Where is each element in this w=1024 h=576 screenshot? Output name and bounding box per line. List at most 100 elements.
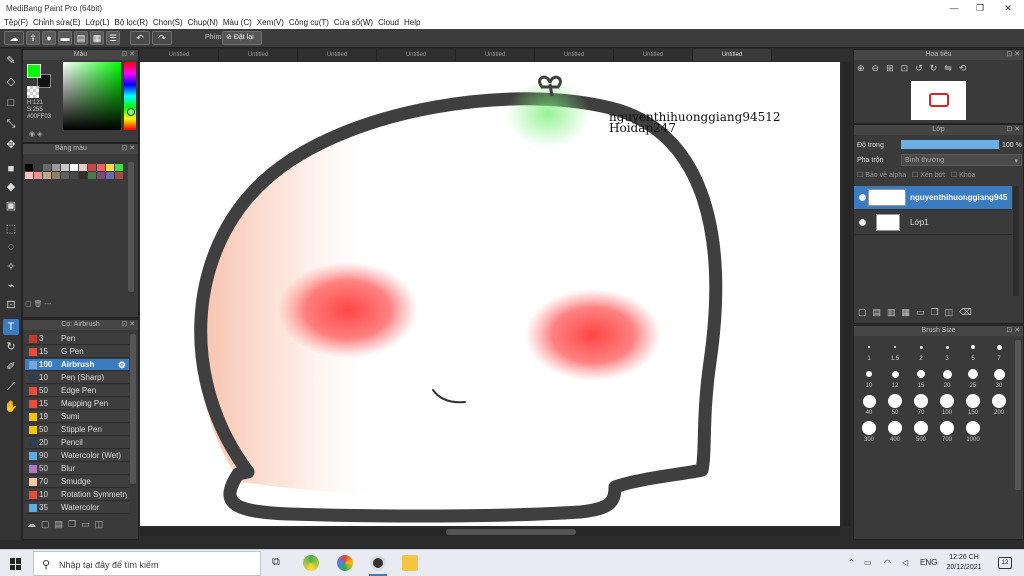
horizontal-scroll-thumb[interactable] (446, 529, 576, 535)
layer-panel-menu-icon[interactable]: ⊡ ✕ (1006, 125, 1020, 135)
brush-size-option[interactable]: 2 (909, 340, 933, 364)
chat-icon[interactable]: ▬ (58, 31, 72, 45)
palette-swatch[interactable] (52, 164, 60, 171)
menu-help[interactable]: Help (404, 16, 425, 29)
wifi-icon[interactable]: ◠ (884, 558, 891, 567)
brush-tool-icon[interactable]: ✎ (3, 53, 19, 69)
brush-size-menu-icon[interactable]: ⊡ ✕ (1006, 326, 1020, 336)
brush-size-option[interactable]: 700 (935, 421, 959, 445)
palette-swatch[interactable] (25, 164, 33, 171)
palette-swatch[interactable] (70, 172, 78, 179)
brush-size-option[interactable]: 1 (857, 340, 881, 364)
brush-size-option[interactable]: 200 (987, 394, 1011, 418)
chevron-up-icon[interactable]: ⌃ (848, 558, 855, 567)
bucket-tool-icon[interactable]: ◆ (3, 179, 19, 195)
brush-size-option[interactable]: 12 (883, 367, 907, 391)
reset-view-icon[interactable]: ⟲ (959, 63, 974, 73)
brush-size-option[interactable]: 15 (909, 367, 933, 391)
rotate-right-icon[interactable]: ↻ (930, 63, 945, 73)
palette-panel-menu-icon[interactable]: ⊡ ✕ (121, 144, 135, 154)
language-indicator[interactable]: ENG (920, 558, 937, 567)
brush-size-scrollbar[interactable] (1015, 340, 1021, 490)
lasso-select-icon[interactable]: ◌ (3, 239, 19, 255)
hue-slider-handle[interactable] (127, 108, 135, 116)
brush-item[interactable]: 15 G Pen (25, 346, 129, 358)
brush-item[interactable]: 3 Pen (25, 333, 129, 345)
gear-icon[interactable]: ⚙ (118, 359, 126, 371)
panel-menu-icon[interactable]: ⊡ ✕ (121, 50, 135, 60)
actual-size-icon[interactable]: ⊡ (901, 63, 916, 73)
menu-view[interactable]: Xem(V) (257, 16, 289, 29)
layer-row[interactable]: nguyenthihuonggiang94512 (854, 186, 1012, 210)
brush-item[interactable]: 15 Mapping Pen (25, 398, 129, 410)
brush-item[interactable]: 20 Pencil (25, 437, 129, 449)
eye-icon[interactable] (859, 219, 866, 226)
close-button[interactable]: ✕ (994, 0, 1022, 16)
medibang-icon[interactable] (370, 555, 386, 571)
tab-untitled[interactable]: Untitled (535, 49, 614, 61)
palette-swatch[interactable] (52, 172, 60, 179)
tab-untitled[interactable]: Untitled (614, 49, 693, 61)
brush-size-option[interactable]: 20 (935, 367, 959, 391)
flip-icon[interactable]: ⇋ (944, 63, 959, 73)
task-view-icon[interactable]: ⧉ (272, 556, 280, 569)
palette-swatch[interactable] (79, 164, 87, 171)
brush-size-option[interactable]: 300 (857, 421, 881, 445)
brush-size-option[interactable]: 70 (909, 394, 933, 418)
brush-item[interactable]: 50 Stipple Pen (25, 424, 129, 436)
palette-swatch[interactable] (106, 164, 114, 171)
brush-size-option[interactable]: 3 (935, 340, 959, 364)
brush-size-option[interactable]: 1.5 (883, 340, 907, 364)
comment-icon[interactable]: ● (42, 31, 56, 45)
brush-folder-icon[interactable]: ▭ (81, 519, 95, 529)
saturation-value-picker[interactable] (63, 62, 121, 130)
zoom-in-icon[interactable]: ⊕ (857, 63, 872, 73)
tab-untitled[interactable]: Untitled (377, 49, 456, 61)
minimize-button[interactable]: — (940, 0, 968, 16)
hand-tool-icon[interactable]: ✋ (3, 399, 19, 415)
brush-size-option[interactable]: 100 (935, 394, 959, 418)
canvas-vertical-scrollbar[interactable] (843, 62, 851, 526)
protect-alpha-checkbox[interactable]: ☐ Bảo vệ alpha (857, 172, 906, 179)
main-color-swatch[interactable] (27, 64, 41, 78)
layer-scrollbar[interactable] (1013, 186, 1019, 296)
menu-tools[interactable]: Công cụ(T) (289, 16, 334, 29)
brush-size-option[interactable]: 400 (883, 421, 907, 445)
rect-select-icon[interactable]: ⬚ (3, 221, 19, 237)
new-8bit-layer-icon[interactable]: ▥ (887, 307, 902, 317)
new-layer-icon[interactable]: ▢ (858, 307, 873, 317)
opacity-slider[interactable] (901, 140, 999, 149)
brush-item[interactable]: 50 Blur (25, 463, 129, 475)
brush-item[interactable]: 10 Pen (Sharp) (25, 372, 129, 384)
lock-checkbox[interactable]: ☐ Khóa (951, 172, 976, 179)
delete-layer-icon[interactable]: ⌫ (959, 307, 978, 317)
tab-untitled-active[interactable]: Untitled (693, 49, 772, 61)
clipping-checkbox[interactable]: ☐ Xén bớt (912, 172, 945, 179)
drawing-canvas[interactable]: nguyenthihuonggiang94512 Hoidap247 (140, 62, 840, 526)
list-icon[interactable]: ☰ (106, 31, 120, 45)
palette-swatch[interactable] (97, 172, 105, 179)
palette-swatch[interactable] (43, 164, 51, 171)
brush-delete-icon[interactable]: ◫ (95, 519, 109, 529)
brush-size-option[interactable]: 5 (961, 340, 985, 364)
new-palette-icon[interactable]: ▢ (25, 301, 32, 308)
tab-untitled[interactable]: Untitled (298, 49, 377, 61)
menu-cloud[interactable]: Cloud (378, 16, 404, 29)
eraser-tool-icon[interactable]: ◇ (3, 74, 19, 90)
move-tool-icon[interactable]: ✥ (3, 137, 19, 153)
color-mode-buttons[interactable]: ◉ ◈ (29, 130, 42, 138)
hue-slider[interactable] (124, 62, 136, 130)
menu-file[interactable]: Tệp(F) (4, 16, 33, 29)
gradient-tool-icon[interactable]: ▣ (3, 198, 19, 214)
tab-untitled[interactable]: Untitled (456, 49, 535, 61)
palette-swatch[interactable] (97, 164, 105, 171)
taskbar-search[interactable]: ⚲ Nhập tại đây để tìm kiếm (33, 551, 261, 576)
palette-swatch[interactable] (106, 172, 114, 179)
export-icon[interactable]: ⇪ (26, 31, 40, 45)
brush-scrollbar[interactable] (130, 334, 136, 484)
palette-swatch[interactable] (34, 164, 42, 171)
brush-item[interactable]: 100 Airbrush ⚙ (25, 359, 129, 371)
add-layer-menu-icon[interactable]: ▦ (902, 307, 917, 317)
blend-mode-select[interactable]: Bình thường ▾ (901, 154, 1022, 166)
brush-size-option[interactable]: 50 (883, 394, 907, 418)
